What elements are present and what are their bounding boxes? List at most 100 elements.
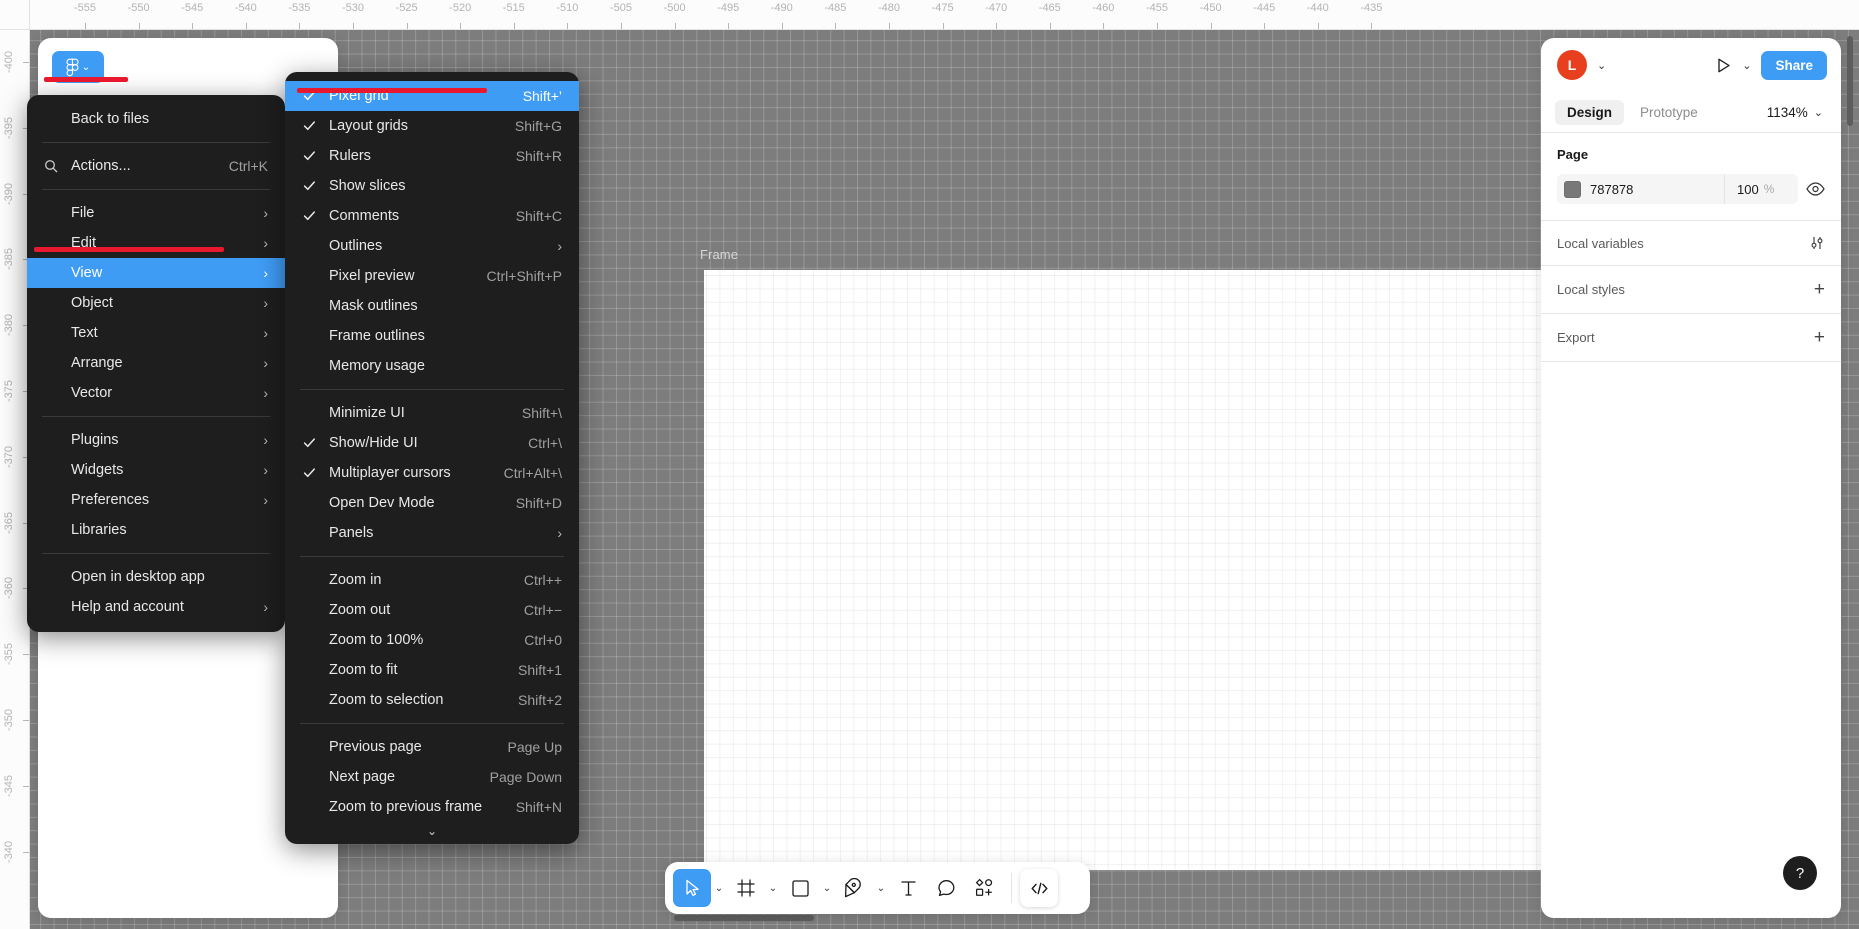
page-section-title: Page [1557, 147, 1589, 162]
menu-item-shortcut: Shift+\ [521, 405, 562, 421]
menu-item-preferences[interactable]: Preferences › [27, 485, 285, 515]
menu-item-show-hide-ui[interactable]: Show/Hide UI Ctrl+\ [285, 428, 579, 458]
menu-item-open-in-desktop-app[interactable]: Open in desktop app [27, 562, 285, 592]
menu-item-comments[interactable]: Comments Shift+C [285, 201, 579, 231]
present-chevron-down-icon[interactable]: ⌄ [1742, 59, 1751, 72]
page-opacity-value[interactable]: 100 [1737, 182, 1759, 197]
menu-item-actions[interactable]: Actions... Ctrl+K [27, 151, 285, 181]
vertical-ruler[interactable]: -400 -395 -390 -385 -380 -375 -370 -365 -360 -355… [0, 0, 30, 929]
menu-item-back-to-files[interactable]: Back to files [27, 104, 285, 134]
visibility-eye-icon[interactable] [1806, 182, 1825, 196]
menu-item-next-page[interactable]: Next page Page Down [285, 762, 579, 792]
frame-object[interactable] [704, 270, 1604, 870]
menu-item-vector[interactable]: Vector › [27, 378, 285, 408]
menu-item-open-dev-mode[interactable]: Open Dev Mode Shift+D [285, 488, 579, 518]
comment-tool[interactable] [927, 869, 965, 907]
menu-item-zoom-in[interactable]: Zoom in Ctrl++ [285, 565, 579, 595]
frame-label[interactable]: Frame [700, 247, 738, 262]
menu-item-multiplayer-cursors[interactable]: Multiplayer cursors Ctrl+Alt+\ [285, 458, 579, 488]
menu-item-file[interactable]: File › [27, 198, 285, 228]
menu-item-panels[interactable]: Panels › [285, 518, 579, 548]
local-styles-row[interactable]: Local styles + [1541, 266, 1841, 313]
view-submenu[interactable]: Pixel grid Shift+’ Layout grids Shift+G Rule… [285, 72, 579, 844]
help-button[interactable]: ? [1783, 856, 1817, 890]
export-row[interactable]: Export + [1541, 314, 1841, 361]
move-tool-chevron-down-icon[interactable]: ⌄ [711, 869, 727, 907]
ruler-h-label: -550 [127, 2, 150, 14]
menu-item-previous-page[interactable]: Previous page Page Up [285, 732, 579, 762]
shape-tool-chevron-down-icon[interactable]: ⌄ [819, 869, 835, 907]
ruler-v-label: -380 [3, 314, 15, 337]
text-tool[interactable] [889, 869, 927, 907]
menu-separator [42, 142, 270, 143]
menu-item-zoom-to-selection[interactable]: Zoom to selection Shift+2 [285, 685, 579, 715]
horizontal-scrollbar[interactable] [674, 915, 814, 921]
menu-item-widgets[interactable]: Widgets › [27, 455, 285, 485]
menu-item-rulers[interactable]: Rulers Shift+R [285, 141, 579, 171]
frame-tool[interactable] [727, 869, 765, 907]
menu-item-libraries[interactable]: Libraries [27, 515, 285, 545]
chevron-right-icon: › [263, 385, 268, 401]
menu-item-frame-outlines[interactable]: Frame outlines [285, 321, 579, 351]
menu-item-memory-usage[interactable]: Memory usage [285, 351, 579, 381]
menu-item-layout-grids[interactable]: Layout grids Shift+G [285, 111, 579, 141]
page-color-field[interactable]: 787878 100 % [1557, 174, 1798, 204]
menu-item-label: Arrange [71, 355, 123, 371]
share-button[interactable]: Share [1761, 50, 1827, 80]
avatar[interactable]: L [1557, 50, 1587, 80]
menu-item-pixel-grid[interactable]: Pixel grid Shift+’ [285, 81, 579, 111]
menu-item-zoom-to-previous-frame[interactable]: Zoom to previous frame Shift+N [285, 792, 579, 822]
local-variables-row[interactable]: Local variables [1541, 221, 1841, 265]
menu-item-zoom-to-fit[interactable]: Zoom to fit Shift+1 [285, 655, 579, 685]
components-tool[interactable] [965, 869, 1003, 907]
menu-item-text[interactable]: Text › [27, 318, 285, 348]
menu-item-shortcut: Ctrl+− [523, 602, 562, 618]
menu-item-show-slices[interactable]: Show slices [285, 171, 579, 201]
menu-item-label: Actions... [71, 158, 131, 174]
pen-tool-chevron-down-icon[interactable]: ⌄ [873, 869, 889, 907]
menu-item-pixel-preview[interactable]: Pixel preview Ctrl+Shift+P [285, 261, 579, 291]
ruler-h-label: -505 [609, 2, 633, 14]
pen-tool[interactable] [835, 869, 873, 907]
ruler-h-tick [1157, 23, 1158, 29]
menu-item-edit[interactable]: Edit › [27, 228, 285, 258]
shape-tool[interactable] [781, 869, 819, 907]
present-play-icon[interactable] [1715, 57, 1732, 74]
page-color-hex[interactable]: 787878 [1590, 182, 1724, 197]
ruler-h-tick [835, 23, 837, 29]
tab-design[interactable]: Design [1555, 99, 1625, 125]
ruler-h-tick [728, 23, 730, 29]
dev-mode-toggle[interactable] [1020, 869, 1058, 907]
menu-item-zoom-to-100[interactable]: Zoom to 100% Ctrl+0 [285, 625, 579, 655]
tab-prototype[interactable]: Prototype [1628, 100, 1710, 125]
sliders-icon[interactable] [1809, 235, 1825, 251]
frame-tool-chevron-down-icon[interactable]: ⌄ [765, 869, 781, 907]
plus-icon[interactable]: + [1814, 328, 1825, 347]
main-menu[interactable]: Back to files Actions... Ctrl+K File › Edit › V… [27, 95, 285, 632]
menu-item-label: Zoom to fit [329, 662, 398, 678]
menu-item-zoom-out[interactable]: Zoom out Ctrl+− [285, 595, 579, 625]
menu-item-arrange[interactable]: Arrange › [27, 348, 285, 378]
menu-item-outlines[interactable]: Outlines › [285, 231, 579, 261]
menu-item-object[interactable]: Object › [27, 288, 285, 318]
menu-item-label: Next page [329, 769, 396, 785]
horizontal-ruler[interactable]: -555 -550 -545 -540 -535 -530 -525 -520 -515 -510… [0, 0, 1859, 30]
color-swatch[interactable] [1564, 180, 1581, 198]
move-tool[interactable] [673, 869, 711, 907]
menu-scroll-down-chevron-icon[interactable]: ⌄ [285, 822, 579, 840]
menu-item-mask-outlines[interactable]: Mask outlines [285, 291, 579, 321]
menu-item-plugins[interactable]: Plugins › [27, 425, 285, 455]
menu-item-minimize-ui[interactable]: Minimize UI Shift+\ [285, 398, 579, 428]
menu-item-label: Vector [71, 385, 113, 401]
avatar-chevron-down-icon[interactable]: ⌄ [1597, 59, 1606, 72]
export-label: Export [1557, 330, 1595, 345]
vertical-scrollbar[interactable] [1847, 36, 1853, 126]
plus-icon[interactable]: + [1814, 280, 1825, 299]
page-opacity-cell[interactable]: 100 % [1724, 174, 1798, 204]
zoom-level-control[interactable]: 1134% ⌄ [1767, 105, 1827, 120]
menu-item-view[interactable]: View › [27, 258, 285, 288]
menu-item-help-and-account[interactable]: Help and account › [27, 592, 285, 622]
chevron-down-icon: ⌄ [81, 61, 91, 73]
menu-item-label: Open in desktop app [71, 569, 205, 585]
menu-item-label: Preferences [71, 492, 150, 508]
